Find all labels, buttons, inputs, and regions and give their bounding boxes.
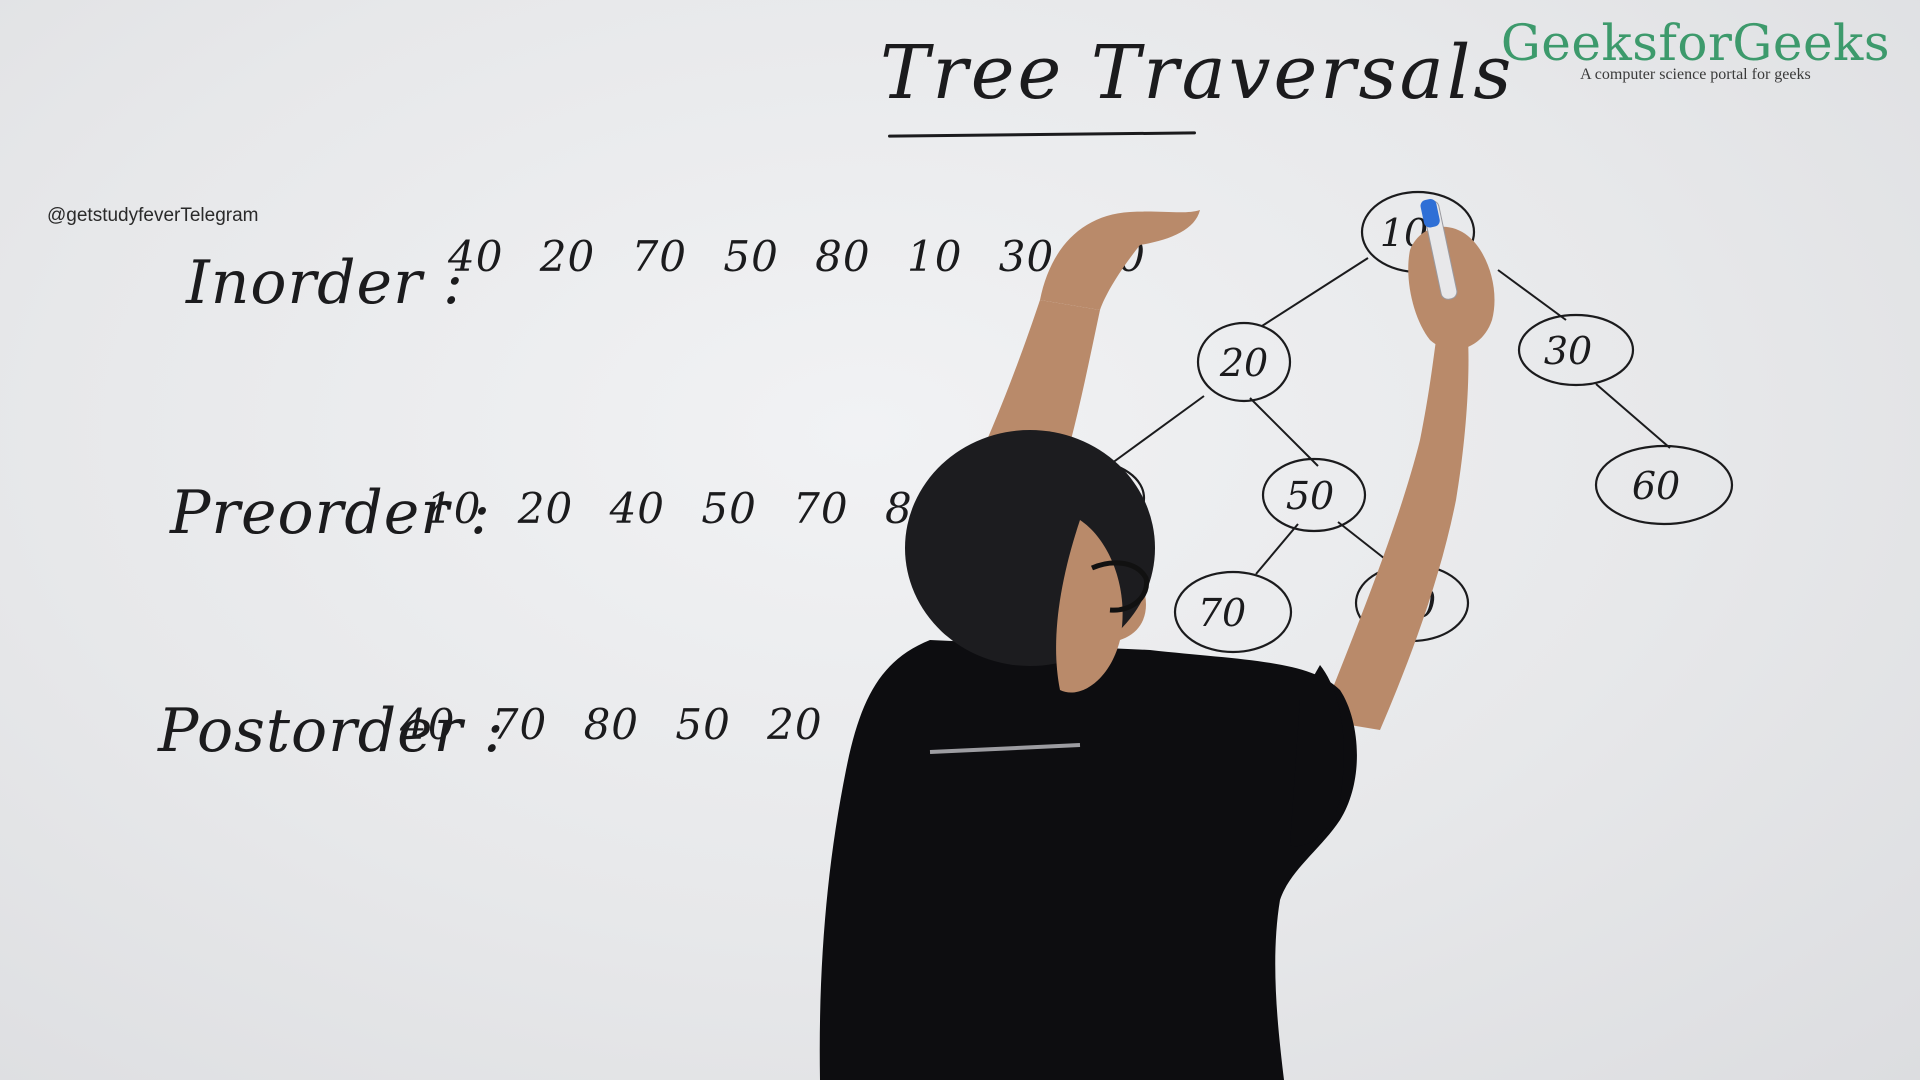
instructor-shirt: [819, 640, 1357, 1080]
marker-cap: [1420, 199, 1440, 228]
instructor-left-hand: [1040, 210, 1200, 310]
instructor-figure: [819, 199, 1495, 1080]
instructor-right-arm: [1320, 338, 1469, 730]
whiteboard: Tree Traversals @getstudyfeverTelegram G…: [0, 0, 1920, 1080]
